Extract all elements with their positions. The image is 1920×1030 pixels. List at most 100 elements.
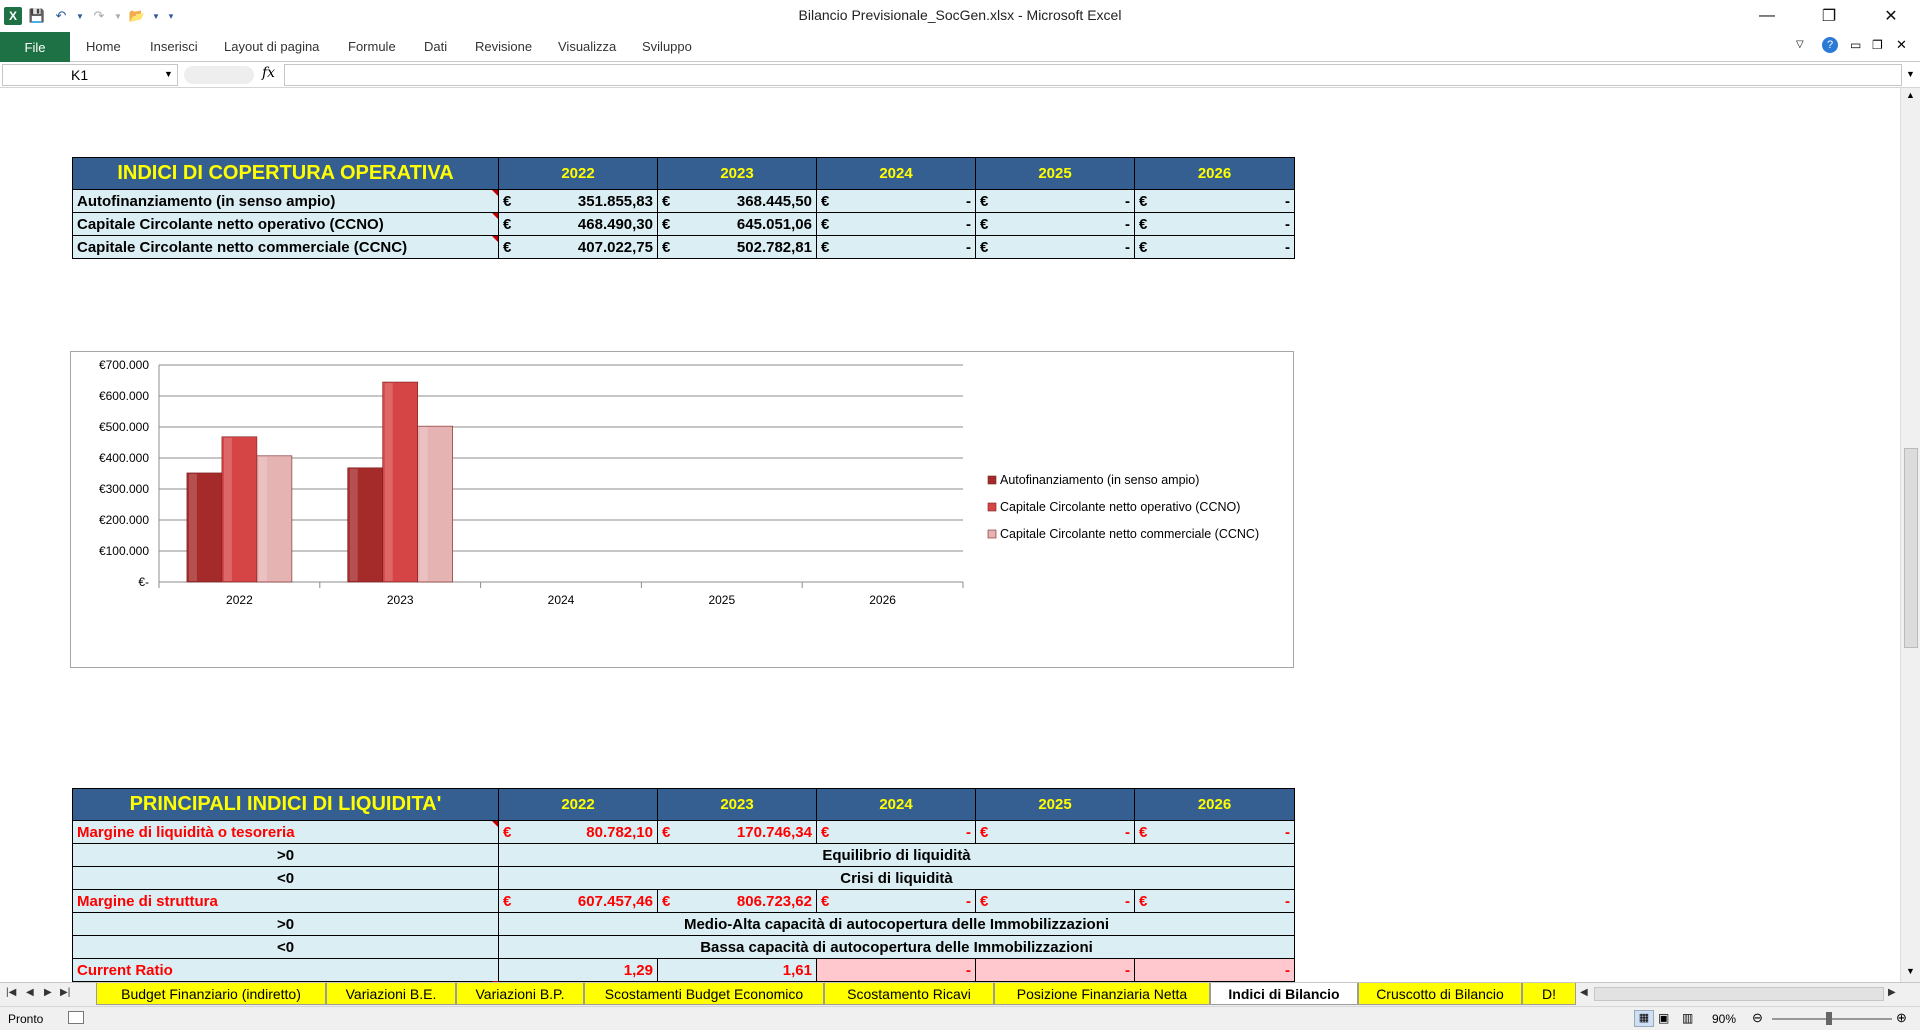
- table2-year[interactable]: 2026: [1134, 788, 1295, 821]
- table2-year[interactable]: 2025: [975, 788, 1135, 821]
- interpretation-cell[interactable]: Medio-Alta capacità di autocopertura del…: [498, 912, 1295, 936]
- minimize-button[interactable]: —: [1744, 0, 1790, 32]
- value-cell[interactable]: -: [1134, 958, 1295, 982]
- sheet-tab[interactable]: Budget Finanziario (indiretto): [96, 983, 326, 1005]
- expand-formula-bar-icon[interactable]: ▼: [1906, 69, 1915, 79]
- value-cell[interactable]: € -: [975, 235, 1135, 259]
- value-cell[interactable]: €607.457,46: [498, 889, 658, 913]
- formula-input[interactable]: [284, 64, 1902, 86]
- value-cell[interactable]: €351.855,83: [498, 189, 658, 213]
- vertical-scrollbar[interactable]: ▲ ▼: [1900, 88, 1920, 982]
- value-cell[interactable]: € -: [1134, 889, 1295, 913]
- hscroll-left-icon[interactable]: ◀: [1580, 987, 1588, 998]
- value-cell[interactable]: € -: [975, 820, 1135, 844]
- row-label[interactable]: Current Ratio: [72, 958, 499, 982]
- tab-visualizza[interactable]: Visualizza: [558, 39, 616, 54]
- value-cell[interactable]: € -: [1134, 820, 1295, 844]
- table2-title[interactable]: PRINCIPALI INDICI DI LIQUIDITA': [72, 788, 499, 821]
- sheet-tab[interactable]: Variazioni B.E.: [326, 983, 456, 1005]
- zoom-in-icon[interactable]: ⊕: [1896, 1010, 1907, 1026]
- value-cell[interactable]: € -: [816, 889, 976, 913]
- zoom-out-icon[interactable]: ⊖: [1752, 1010, 1763, 1026]
- interpretation-cell[interactable]: Crisi di liquidità: [498, 866, 1295, 890]
- sheet-tab[interactable]: Posizione Finanziaria Netta: [994, 983, 1210, 1005]
- comment-indicator[interactable]: [492, 236, 498, 242]
- first-sheet-icon[interactable]: |◀: [6, 987, 16, 998]
- sheet-tab[interactable]: D!: [1522, 983, 1576, 1005]
- value-cell[interactable]: € -: [816, 235, 976, 259]
- condition-cell[interactable]: <0: [72, 866, 499, 890]
- value-cell[interactable]: € -: [816, 189, 976, 213]
- row-label[interactable]: Capitale Circolante netto operativo (CCN…: [72, 212, 499, 236]
- table2-year[interactable]: 2023: [657, 788, 817, 821]
- name-box-dropdown-icon[interactable]: ▼: [164, 69, 173, 79]
- table2-year[interactable]: 2022: [498, 788, 658, 821]
- tab-home[interactable]: Home: [86, 39, 121, 54]
- prev-sheet-icon[interactable]: ◀: [26, 987, 34, 998]
- value-cell[interactable]: €806.723,62: [657, 889, 817, 913]
- table1-title[interactable]: INDICI DI COPERTURA OPERATIVA: [72, 157, 499, 190]
- condition-cell[interactable]: <0: [72, 935, 499, 959]
- value-cell[interactable]: -: [975, 958, 1135, 982]
- scroll-down-icon[interactable]: ▼: [1906, 966, 1915, 976]
- row-label[interactable]: Margine di liquidità o tesoreria: [72, 820, 499, 844]
- table1-year[interactable]: 2022: [498, 157, 658, 190]
- restore-button[interactable]: ❐: [1806, 0, 1852, 32]
- close-button[interactable]: ✕: [1868, 0, 1914, 32]
- value-cell[interactable]: €502.782,81: [657, 235, 817, 259]
- comment-indicator[interactable]: [492, 213, 498, 219]
- next-sheet-icon[interactable]: ▶: [44, 987, 52, 998]
- page-layout-view-icon[interactable]: ▣: [1658, 1011, 1669, 1025]
- hscroll-right-icon[interactable]: ▶: [1888, 987, 1896, 998]
- sheet-tab[interactable]: Scostamento Ricavi: [824, 983, 994, 1005]
- tab-layout-di-pagina[interactable]: Layout di pagina: [224, 39, 319, 54]
- worksheet-grid[interactable]: INDICI DI COPERTURA OPERATIVA 2022 2023 …: [0, 88, 1900, 982]
- sheet-tab[interactable]: Scostamenti Budget Economico: [584, 983, 824, 1005]
- row-label[interactable]: Autofinanziamento (in senso ampio): [72, 189, 499, 213]
- formula-bar-separator[interactable]: [184, 66, 254, 84]
- name-box[interactable]: K1: [2, 64, 178, 86]
- condition-cell[interactable]: >0: [72, 912, 499, 936]
- table1-year[interactable]: 2026: [1134, 157, 1295, 190]
- minimize-ribbon-icon[interactable]: ▽: [1796, 39, 1804, 50]
- scrollbar-thumb[interactable]: [1904, 448, 1918, 648]
- tab-revisione[interactable]: Revisione: [475, 39, 532, 54]
- insert-function-button[interactable]: fx: [262, 65, 275, 81]
- table1-year[interactable]: 2025: [975, 157, 1135, 190]
- value-cell[interactable]: € -: [975, 189, 1135, 213]
- value-cell[interactable]: €80.782,10: [498, 820, 658, 844]
- table1-year[interactable]: 2023: [657, 157, 817, 190]
- value-cell[interactable]: € -: [1134, 189, 1295, 213]
- value-cell[interactable]: € -: [975, 889, 1135, 913]
- horizontal-scrollbar[interactable]: [1594, 987, 1884, 1001]
- condition-cell[interactable]: >0: [72, 843, 499, 867]
- row-label[interactable]: Capitale Circolante netto commerciale (C…: [72, 235, 499, 259]
- page-break-view-icon[interactable]: ▥: [1682, 1011, 1693, 1025]
- tab-dati[interactable]: Dati: [424, 39, 447, 54]
- workbook-close-icon[interactable]: ✕: [1896, 37, 1907, 53]
- tab-formule[interactable]: Formule: [348, 39, 396, 54]
- zoom-level[interactable]: 90%: [1712, 1012, 1736, 1026]
- value-cell[interactable]: €170.746,34: [657, 820, 817, 844]
- table2-year[interactable]: 2024: [816, 788, 976, 821]
- value-cell[interactable]: €368.445,50: [657, 189, 817, 213]
- sheet-tab-active[interactable]: Indici di Bilancio: [1210, 983, 1358, 1005]
- last-sheet-icon[interactable]: ▶|: [60, 987, 70, 998]
- value-cell[interactable]: €645.051,06: [657, 212, 817, 236]
- row-label[interactable]: Margine di struttura: [72, 889, 499, 913]
- interpretation-cell[interactable]: Equilibrio di liquidità: [498, 843, 1295, 867]
- tab-inserisci[interactable]: Inserisci: [150, 39, 198, 54]
- zoom-slider-thumb[interactable]: [1826, 1012, 1832, 1025]
- value-cell[interactable]: €407.022,75: [498, 235, 658, 259]
- macro-record-icon[interactable]: [68, 1011, 84, 1024]
- value-cell[interactable]: € -: [816, 820, 976, 844]
- value-cell[interactable]: € -: [975, 212, 1135, 236]
- comment-indicator[interactable]: [492, 821, 498, 827]
- value-cell[interactable]: € -: [1134, 235, 1295, 259]
- value-cell[interactable]: € -: [1134, 212, 1295, 236]
- sheet-tab[interactable]: Variazioni B.P.: [456, 983, 584, 1005]
- help-icon[interactable]: ?: [1822, 37, 1838, 53]
- value-cell[interactable]: € -: [816, 212, 976, 236]
- value-cell[interactable]: 1,29: [498, 958, 658, 982]
- value-cell[interactable]: €468.490,30: [498, 212, 658, 236]
